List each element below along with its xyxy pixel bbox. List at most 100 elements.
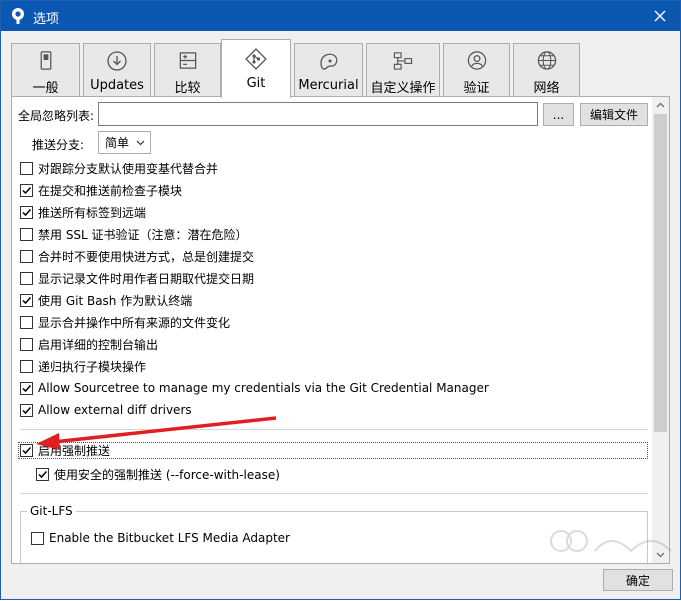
tab-label: 比较 xyxy=(174,81,201,96)
tab-network[interactable]: 网络 xyxy=(513,43,580,96)
tab-label: Git xyxy=(246,76,266,91)
git-option-checkbox[interactable]: 使用 Git Bash 作为默认终端 xyxy=(20,291,192,309)
global-ignore-input[interactable] xyxy=(98,102,538,126)
tab-compare[interactable]: 比较 xyxy=(154,43,221,96)
options-dialog: 选项 一般 Updates 比较 Git Mercurial 自定义操作 验证 … xyxy=(0,0,681,600)
lfs-adapter-label: Enable the Bitbucket LFS Media Adapter xyxy=(49,531,290,545)
chevron-down-icon xyxy=(136,140,145,146)
git-option-checkbox[interactable]: Allow external diff drivers xyxy=(20,401,192,419)
git-option-label: 禁用 SSL 证书验证（注意：潜在危险） xyxy=(38,227,248,242)
tab-general[interactable]: 一般 xyxy=(11,43,80,96)
git-option-checkbox[interactable]: 推送所有标签到远端 xyxy=(20,203,146,221)
scroll-thumb[interactable] xyxy=(654,114,667,432)
checkbox-box xyxy=(20,183,33,197)
check-icon xyxy=(22,406,32,414)
tab-label: Updates xyxy=(90,78,144,93)
git-option-label: Allow Sourcetree to manage my credential… xyxy=(38,381,489,395)
close-button[interactable] xyxy=(640,1,680,31)
check-icon xyxy=(38,470,48,478)
close-icon xyxy=(654,10,666,22)
mercurial-icon xyxy=(319,53,337,70)
tab-git[interactable]: Git xyxy=(221,39,291,98)
vertical-scrollbar[interactable] xyxy=(652,97,669,563)
git-option-checkbox[interactable]: 递归执行子模块操作 xyxy=(20,357,146,375)
push-branch-label: 推送分支: xyxy=(32,138,85,152)
compare-icon xyxy=(179,52,196,69)
tab-strip: 一般 Updates 比较 Git Mercurial 自定义操作 验证 网络 xyxy=(11,39,671,98)
title-bar: 选项 xyxy=(1,1,680,31)
divider xyxy=(20,429,648,430)
tab-label: 网络 xyxy=(533,81,560,96)
check-icon xyxy=(22,446,32,454)
checkbox-box xyxy=(20,293,33,307)
git-option-label: 显示合并操作中所有来源的文件变化 xyxy=(38,315,231,330)
ok-button[interactable]: 确定 xyxy=(603,569,673,591)
tab-label: Mercurial xyxy=(298,78,359,93)
chevron-down-icon xyxy=(656,552,665,558)
download-icon xyxy=(107,51,127,71)
checkbox-box xyxy=(31,531,44,545)
git-option-checkbox[interactable]: 在提交和推送前检查子模块 xyxy=(20,181,182,199)
lfs-adapter-checkbox[interactable]: Enable the Bitbucket LFS Media Adapter xyxy=(31,529,290,547)
force-with-lease-label: 使用安全的强制推送 (--force-with-lease) xyxy=(54,467,280,482)
git-lfs-group-title: Git-LFS xyxy=(27,504,76,518)
git-option-label: 对跟踪分支默认使用变基代替合并 xyxy=(38,161,219,176)
window-title: 选项 xyxy=(33,12,60,27)
git-option-label: 递归执行子模块操作 xyxy=(38,359,147,374)
divider xyxy=(20,493,648,494)
git-settings-panel: 全局忽略列表: ... 编辑文件 推送分支: 简单 对跟踪分支默认使用变基代替合… xyxy=(11,96,670,564)
tab-label: 验证 xyxy=(463,81,490,96)
git-option-label: 合并时不要使用快进方式，总是创建提交 xyxy=(38,249,255,264)
tab-label: 自定义操作 xyxy=(370,81,436,96)
git-option-label: 推送所有标签到远端 xyxy=(38,205,147,220)
custom-actions-icon xyxy=(393,52,413,70)
force-with-lease-checkbox[interactable]: 使用安全的强制推送 (--force-with-lease) xyxy=(36,465,280,483)
git-option-checkbox[interactable]: 合并时不要使用快进方式，总是创建提交 xyxy=(20,247,254,265)
push-branch-value: 简单 xyxy=(105,136,130,150)
checkbox-box xyxy=(20,271,33,285)
force-push-label: 启用强制推送 xyxy=(38,443,111,458)
chevron-up-icon xyxy=(656,102,665,108)
git-option-label: 启用详细的控制台输出 xyxy=(38,337,159,352)
checkbox-box xyxy=(20,359,33,373)
git-option-label: 在提交和推送前检查子模块 xyxy=(38,183,183,198)
git-option-checkbox[interactable]: Allow Sourcetree to manage my credential… xyxy=(20,379,489,397)
tab-mercurial[interactable]: Mercurial xyxy=(294,43,363,96)
checkbox-box xyxy=(20,227,33,241)
git-option-checkbox[interactable]: 启用详细的控制台输出 xyxy=(20,335,158,353)
global-ignore-label: 全局忽略列表: xyxy=(18,109,95,123)
check-icon xyxy=(22,296,32,304)
force-push-checkbox[interactable]: 启用强制推送 xyxy=(20,441,110,459)
git-option-checkbox[interactable]: 对跟踪分支默认使用变基代替合并 xyxy=(20,159,218,177)
git-icon xyxy=(245,48,267,70)
git-option-checkbox[interactable]: 显示合并操作中所有来源的文件变化 xyxy=(20,313,230,331)
git-option-checkbox[interactable]: 禁用 SSL 证书验证（注意：潜在危险） xyxy=(20,225,248,243)
git-option-label: Allow external diff drivers xyxy=(38,403,192,417)
push-branch-select[interactable]: 简单 xyxy=(98,131,151,154)
edit-file-button[interactable]: 编辑文件 xyxy=(580,103,648,126)
git-option-label: 显示记录文件时用作者日期取代提交日期 xyxy=(38,271,255,286)
tab-label: 一般 xyxy=(32,81,59,96)
checkbox-box xyxy=(20,443,33,457)
focus-indicator xyxy=(18,442,648,459)
git-option-label: 使用 Git Bash 作为默认终端 xyxy=(38,293,193,308)
checkbox-box xyxy=(20,249,33,263)
checkbox-box xyxy=(20,205,33,219)
check-icon xyxy=(22,208,32,216)
check-icon xyxy=(22,384,32,392)
scroll-up-button[interactable] xyxy=(652,97,669,114)
checkbox-box xyxy=(20,337,33,351)
browse-button[interactable]: ... xyxy=(543,103,574,126)
tab-updates[interactable]: Updates xyxy=(83,43,151,96)
checkbox-box xyxy=(20,315,33,329)
sourcetree-logo-icon xyxy=(12,8,24,24)
checkbox-box xyxy=(20,381,33,395)
tab-custom-actions[interactable]: 自定义操作 xyxy=(366,43,440,96)
tab-authentication[interactable]: 验证 xyxy=(443,43,510,96)
user-icon xyxy=(467,51,486,70)
scroll-down-button[interactable] xyxy=(652,546,669,563)
check-icon xyxy=(22,186,32,194)
checkbox-box xyxy=(20,403,33,417)
switch-icon xyxy=(40,51,51,70)
git-option-checkbox[interactable]: 显示记录文件时用作者日期取代提交日期 xyxy=(20,269,254,287)
